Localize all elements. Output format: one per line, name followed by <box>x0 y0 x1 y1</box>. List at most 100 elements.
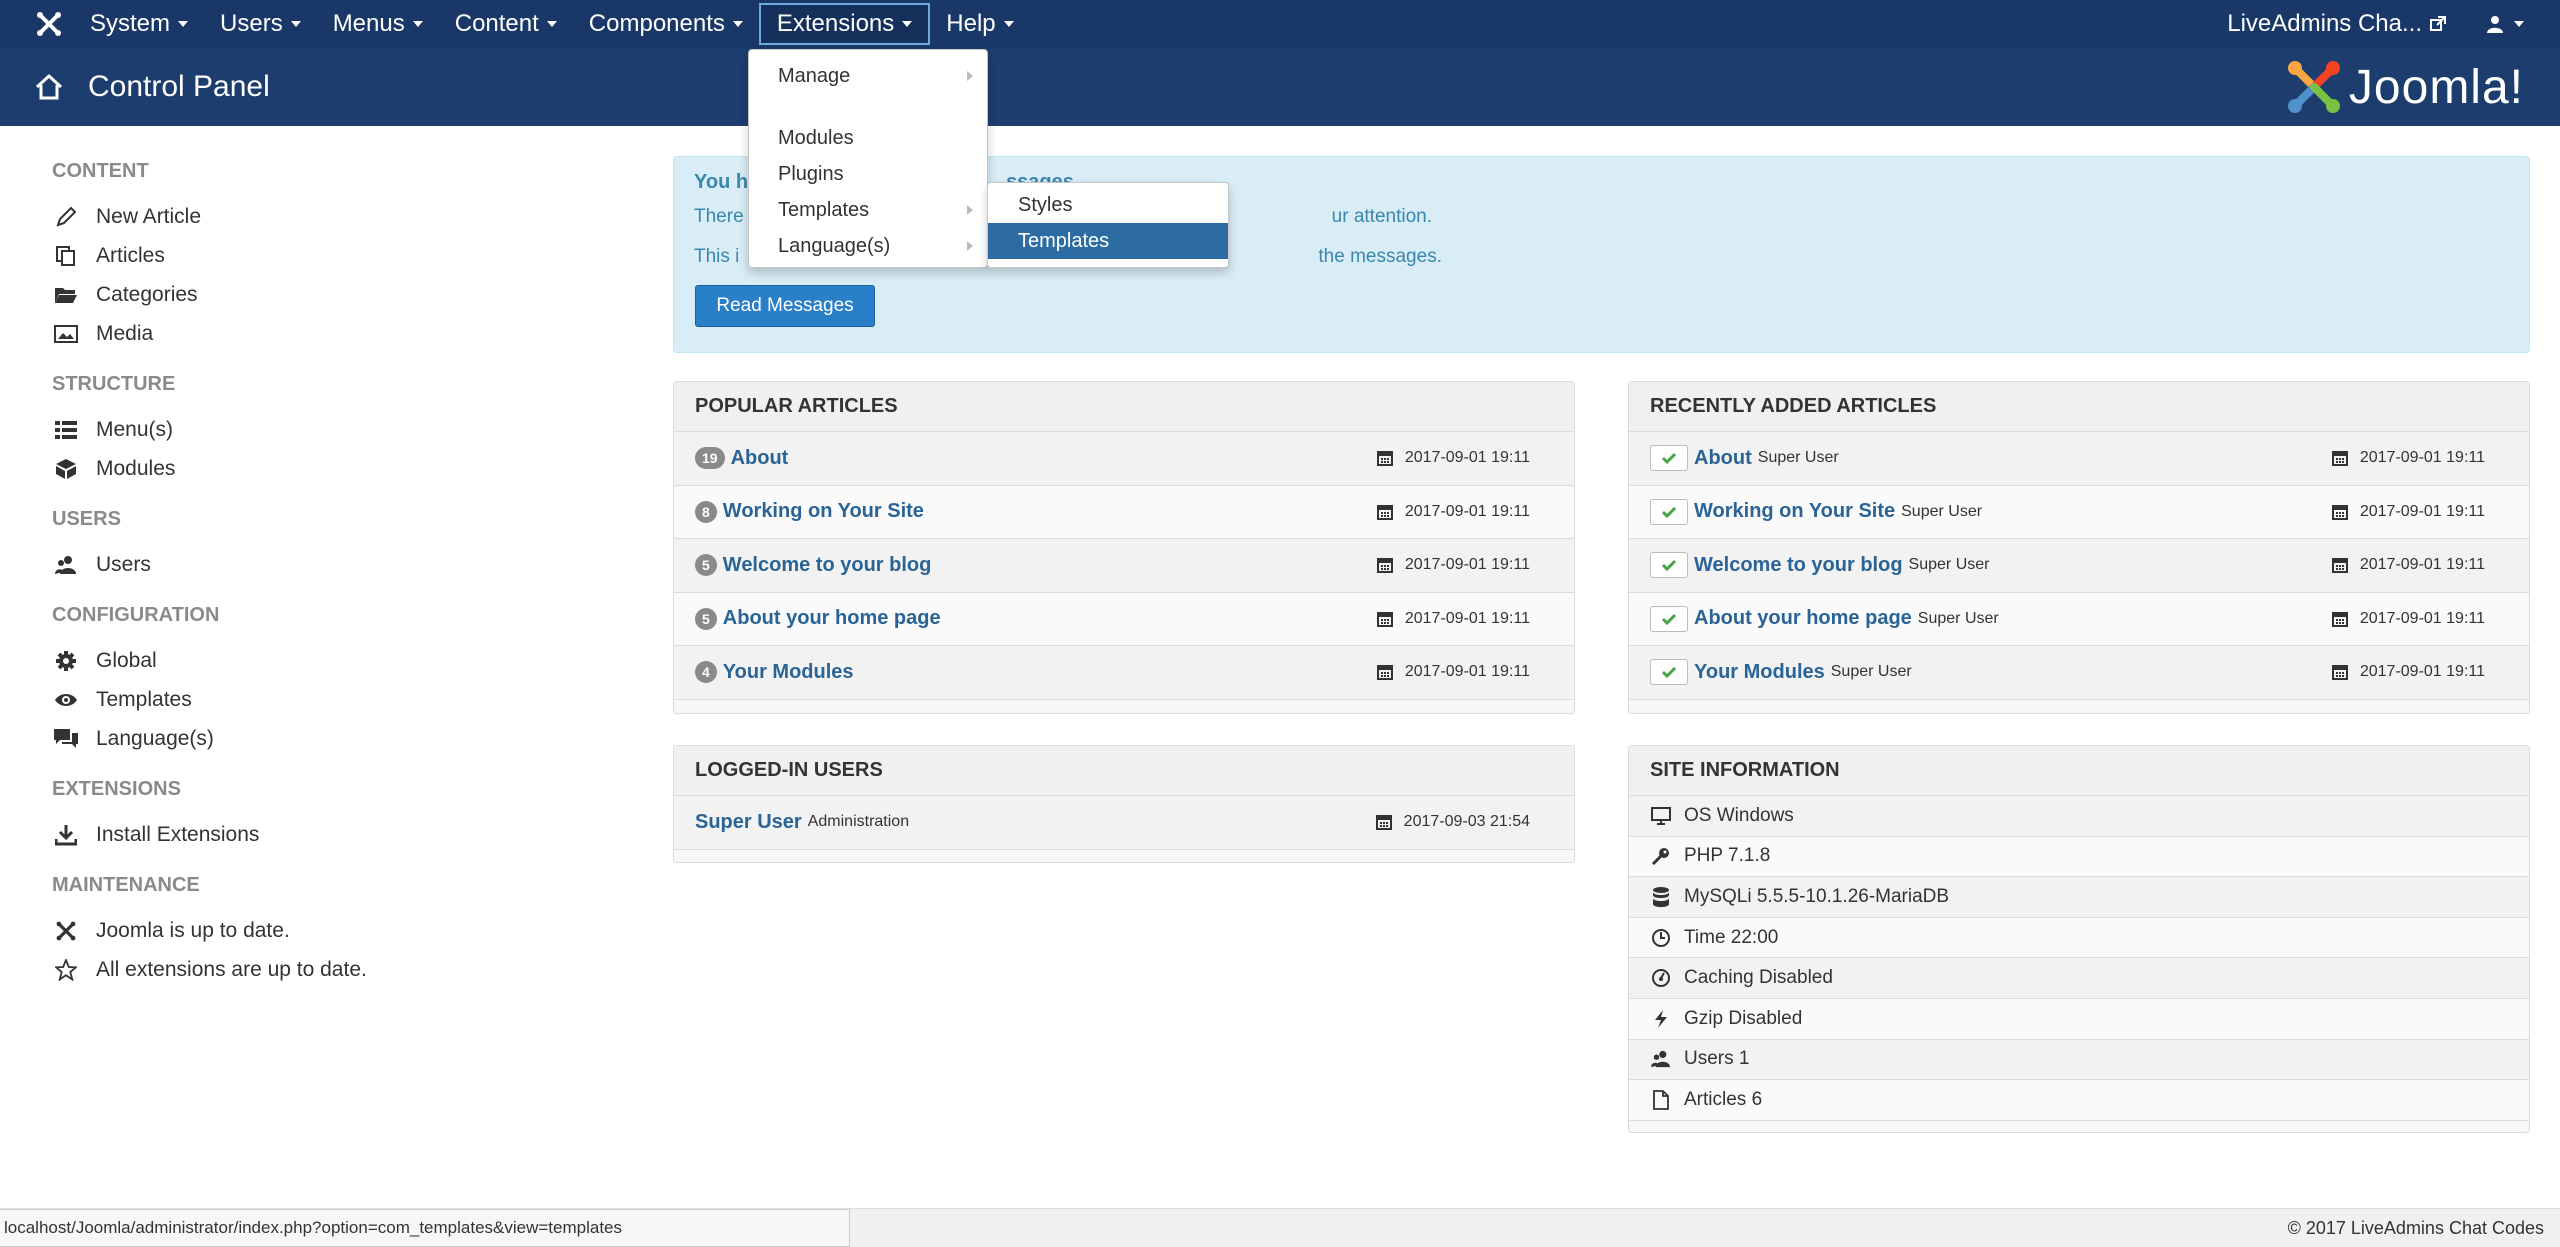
users-icon <box>52 555 80 575</box>
panel-title: SITE INFORMATION <box>1629 746 2529 796</box>
menu-users[interactable]: Users <box>204 3 317 45</box>
page-title: Control Panel <box>88 70 270 103</box>
article-link[interactable]: Welcome to your blog <box>1694 554 1903 577</box>
sidebar-item-install-extensions[interactable]: Install Extensions <box>52 815 612 854</box>
status-bar: localhost/Joomla/administrator/index.php… <box>0 1208 2560 1247</box>
menu-system[interactable]: System <box>74 3 204 45</box>
menu-item-modules[interactable]: Modules <box>749 120 987 156</box>
file-icon <box>1650 1090 1672 1110</box>
users-icon <box>1650 1050 1672 1068</box>
article-link[interactable]: About your home page <box>723 607 941 630</box>
eye-icon <box>52 692 80 708</box>
joomla-icon[interactable] <box>24 0 74 48</box>
info-label: Time 22:00 <box>1684 926 1779 948</box>
sidebar-item-label: Language(s) <box>96 726 214 750</box>
alert-line-1-start: There <box>694 206 744 227</box>
list-item: OS Windows <box>1629 796 2529 837</box>
list-item: PHP 7.1.8 <box>1629 836 2529 878</box>
article-link[interactable]: Your Modules <box>1694 661 1825 684</box>
submenu-item-styles[interactable]: Styles <box>988 187 1228 223</box>
menu-item-languages[interactable]: Language(s) <box>749 228 987 264</box>
copy-icon <box>52 245 80 267</box>
table-row: Working on Your Site Super User 2017-09-… <box>1629 485 2529 539</box>
submenu-item-templates[interactable]: Templates <box>988 223 1228 259</box>
footer-copyright: © 2017 LiveAdmins Chat Codes <box>2287 1217 2544 1238</box>
sidebar-item-label: Global <box>96 648 157 672</box>
home-icon <box>34 73 64 101</box>
dashboard-icon <box>1650 968 1672 988</box>
article-link[interactable]: About <box>731 447 789 470</box>
sidebar-item-label: New Article <box>96 204 202 228</box>
sidebar-item-categories[interactable]: Categories <box>52 275 612 314</box>
read-messages-button[interactable]: Read Messages <box>695 285 875 327</box>
sidebar-item-languages[interactable]: Language(s) <box>52 719 612 758</box>
sidebar-item-label: Articles <box>96 243 165 267</box>
user-link[interactable]: Super User <box>695 811 802 834</box>
caret-right-icon <box>967 205 973 215</box>
user-menu[interactable] <box>2486 15 2524 33</box>
recent-articles-panel: RECENTLY ADDED ARTICLES About Super User… <box>1628 381 2530 714</box>
published-toggle[interactable] <box>1650 445 1688 472</box>
menu-content[interactable]: Content <box>439 3 573 45</box>
menu-item-label: Templates <box>778 198 870 221</box>
menu-components[interactable]: Components <box>573 3 759 45</box>
calendar-icon <box>1376 504 1393 520</box>
site-name: LiveAdmins Cha... <box>2227 10 2422 37</box>
article-link[interactable]: About your home page <box>1694 607 1912 630</box>
sidebar-item-menus[interactable]: Menu(s) <box>52 410 612 449</box>
article-link[interactable]: Your Modules <box>723 661 854 684</box>
sidebar-item-joomla-update[interactable]: Joomla is up to date. <box>52 911 612 950</box>
published-toggle[interactable] <box>1650 498 1688 525</box>
sidebar-item-global[interactable]: Global <box>52 641 612 680</box>
menu-menus[interactable]: Menus <box>317 3 439 45</box>
caret-down-icon <box>412 21 423 27</box>
article-author: Super User <box>1757 449 1839 467</box>
hits-badge: 5 <box>695 607 717 630</box>
cube-icon <box>52 458 80 480</box>
menu-extensions[interactable]: Extensions <box>758 3 931 45</box>
sidebar-item-users[interactable]: Users <box>52 545 612 584</box>
article-link[interactable]: Working on Your Site <box>1694 500 1895 523</box>
sidebar-item-media[interactable]: Media <box>52 314 612 353</box>
site-preview-link[interactable]: LiveAdmins Cha... <box>2227 10 2446 38</box>
table-row: Super User Administration 2017-09-03 21:… <box>674 796 1574 850</box>
sidebar-item-extensions-update[interactable]: All extensions are up to date. <box>52 950 612 989</box>
panel-title: LOGGED-IN USERS <box>674 746 1574 796</box>
article-link[interactable]: Working on Your Site <box>723 500 924 523</box>
info-label: Users 1 <box>1684 1048 1750 1070</box>
image-icon <box>52 324 80 344</box>
alert-line-2-end: the messages. <box>1318 246 1442 267</box>
menu-item-templates[interactable]: Templates <box>749 192 987 228</box>
joomla-logo-icon <box>2287 61 2340 113</box>
date-text: 2017-09-01 19:11 <box>2359 556 2485 574</box>
menu-help[interactable]: Help <box>930 3 1029 45</box>
menu-item-manage[interactable]: Manage <box>749 58 987 94</box>
list-item: Time 22:00 <box>1629 917 2529 959</box>
table-row: Welcome to your blog Super User 2017-09-… <box>1629 539 2529 593</box>
sidebar-item-new-article[interactable]: New Article <box>52 197 612 236</box>
info-label: OS Windows <box>1684 804 1794 826</box>
list-item: Users 1 <box>1629 1039 2529 1081</box>
sidebar-item-templates[interactable]: Templates <box>52 680 612 719</box>
article-date: 2017-09-01 19:11 <box>1376 556 1530 574</box>
menu-label: Content <box>454 10 539 37</box>
sidebar-item-modules[interactable]: Modules <box>52 449 612 488</box>
published-toggle[interactable] <box>1650 659 1688 686</box>
calendar-icon <box>2331 611 2348 627</box>
article-link[interactable]: About <box>1694 447 1752 470</box>
caret-down-icon <box>732 21 743 27</box>
check-icon <box>1662 560 1676 572</box>
hits-badge: 5 <box>695 554 717 577</box>
top-navbar: System Users Menus Content Components Ex… <box>0 0 2560 48</box>
list-item: Caching Disabled <box>1629 958 2529 999</box>
article-date: 2017-09-01 19:11 <box>2331 503 2485 521</box>
published-toggle[interactable] <box>1650 552 1688 579</box>
article-link[interactable]: Welcome to your blog <box>723 554 932 577</box>
pencil-icon <box>52 206 80 228</box>
menu-item-plugins[interactable]: Plugins <box>749 156 987 192</box>
menu-item-label: Manage <box>778 64 851 87</box>
list-item: Articles 6 <box>1629 1080 2529 1121</box>
published-toggle[interactable] <box>1650 605 1688 632</box>
sidebar-item-articles[interactable]: Articles <box>52 236 612 275</box>
sidebar-heading-maintenance: MAINTENANCE <box>52 874 200 896</box>
